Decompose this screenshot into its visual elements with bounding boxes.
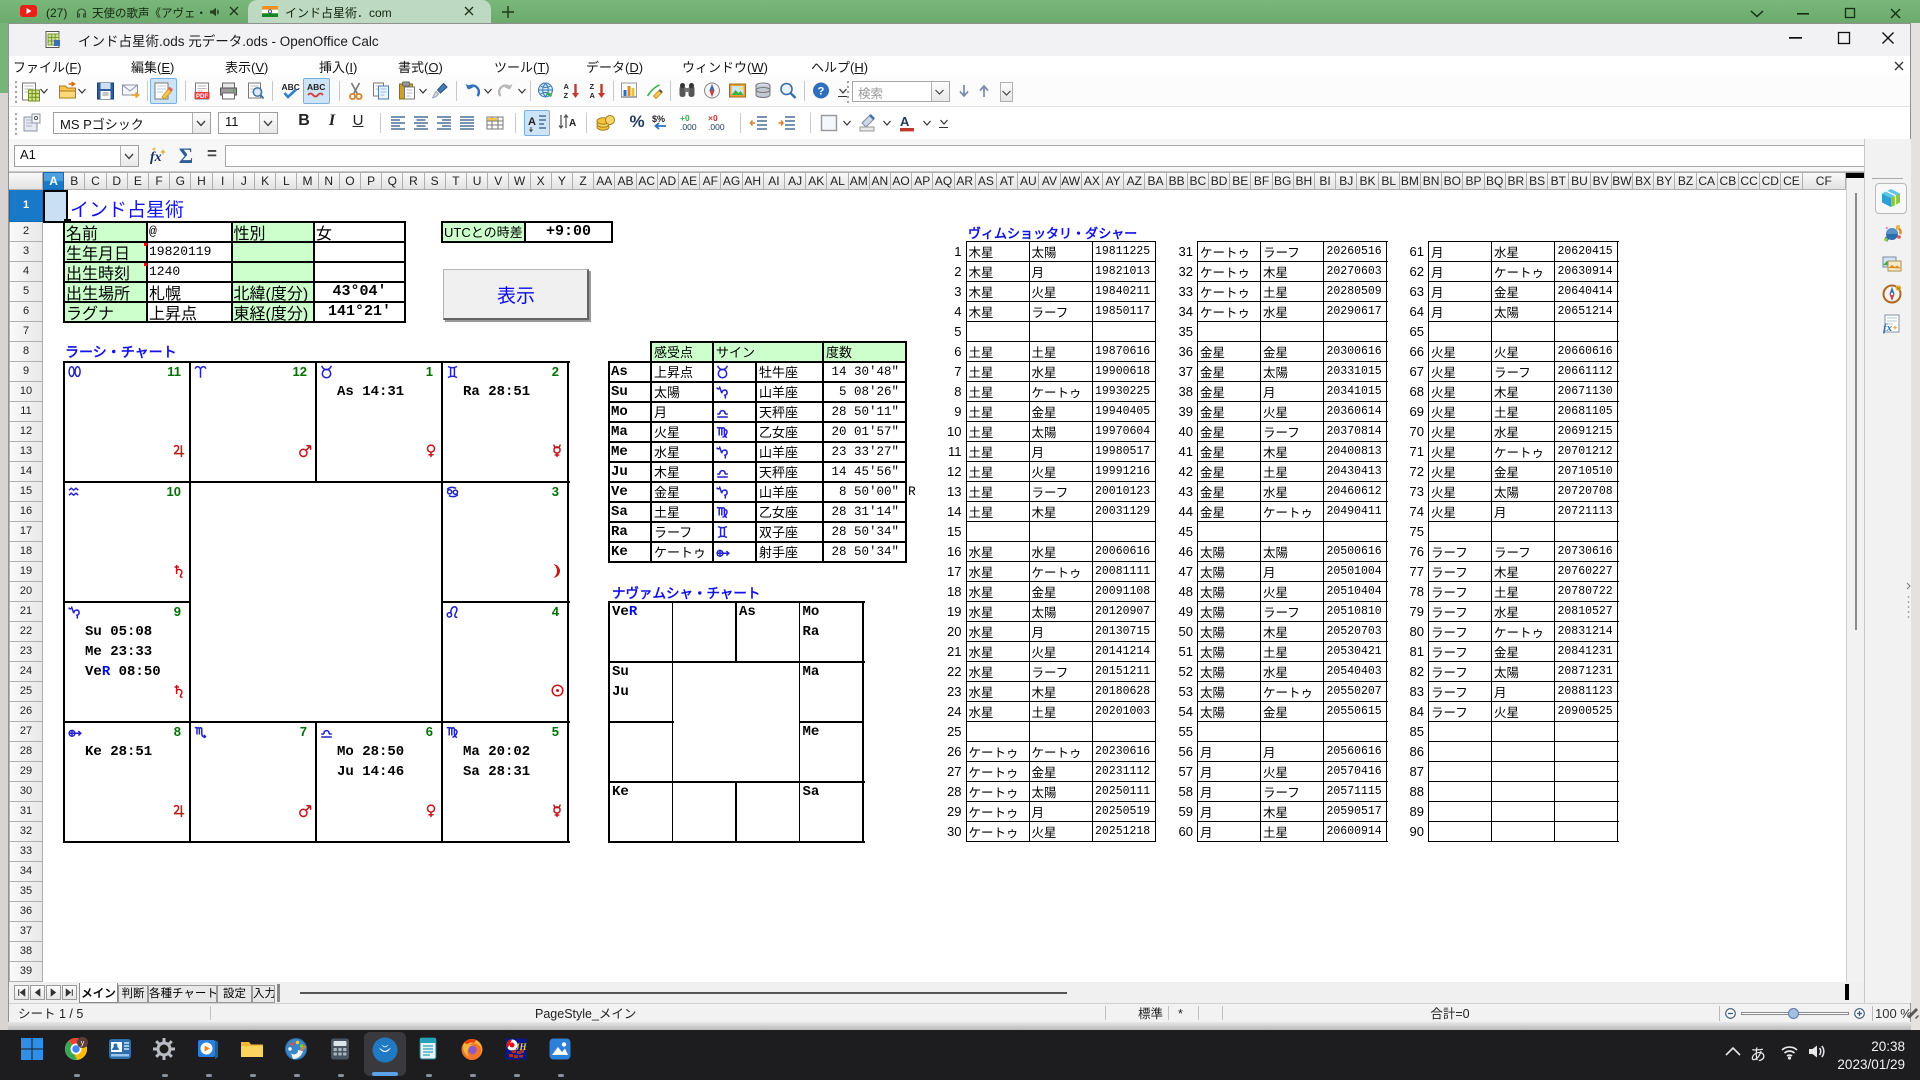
svg-text:PDF: PDF xyxy=(196,94,208,100)
svg-text:Z: Z xyxy=(590,82,595,91)
svg-text:N: N xyxy=(1897,286,1900,291)
svg-text:JH: JH xyxy=(514,1042,528,1052)
svg-text:A: A xyxy=(590,91,596,100)
svg-text:A: A xyxy=(569,118,576,129)
svg-text:A: A xyxy=(528,116,536,128)
svg-text:y: y xyxy=(81,1040,85,1047)
svg-text:A: A xyxy=(564,82,570,91)
svg-text:A: A xyxy=(900,114,910,129)
svg-text:fx: fx xyxy=(150,150,162,165)
svg-text:.000: .000 xyxy=(680,122,697,132)
svg-text:?: ? xyxy=(818,86,825,98)
svg-text:ABC: ABC xyxy=(282,82,300,92)
svg-text:fx: fx xyxy=(1883,322,1893,334)
svg-text:Z: Z xyxy=(564,91,569,100)
svg-text:ABC: ABC xyxy=(307,82,325,92)
svg-text:.000: .000 xyxy=(708,122,725,132)
